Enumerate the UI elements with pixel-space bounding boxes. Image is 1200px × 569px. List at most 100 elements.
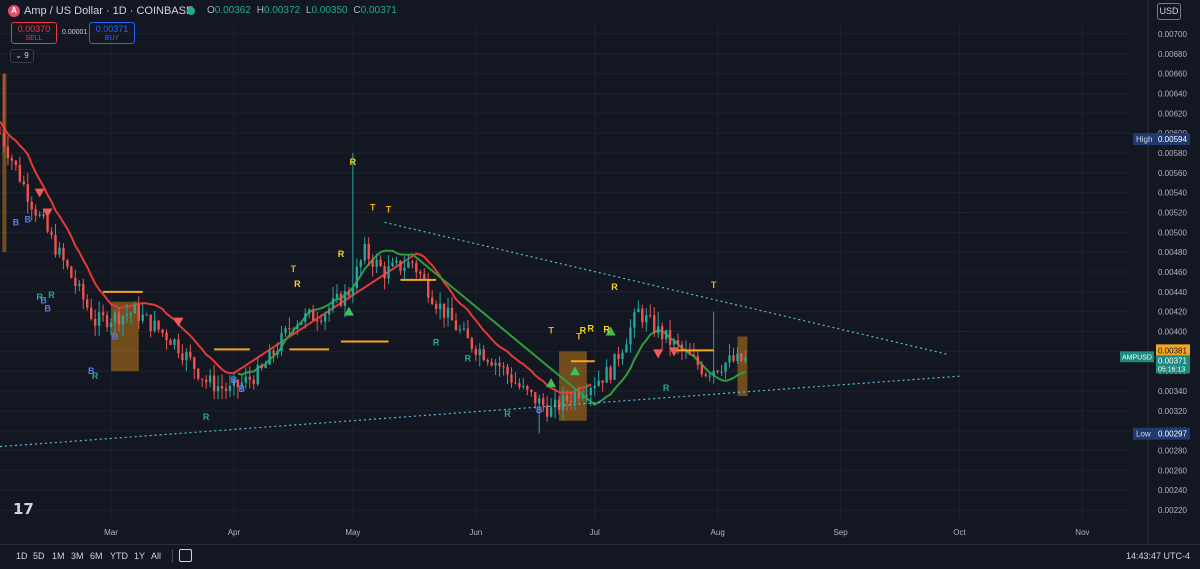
buy-price: 0.00371 (95, 24, 129, 34)
timeframe-all-button[interactable]: All (151, 551, 161, 561)
calendar-icon[interactable] (179, 549, 192, 562)
price-tick-label: 0.00420 (1158, 308, 1187, 317)
candle-body (625, 344, 628, 353)
candle-body (660, 326, 664, 340)
candle-body (105, 315, 109, 328)
signal-label: T (386, 204, 392, 214)
sell-signal-arrow-icon (653, 349, 664, 359)
candle-body (696, 356, 700, 366)
candle-body (565, 395, 569, 402)
candle-body (645, 314, 648, 323)
moving-average-green (237, 249, 746, 407)
candle-body (419, 272, 422, 275)
tradingview-logo-icon[interactable]: 17 (13, 500, 34, 518)
signal-label: B (25, 214, 32, 224)
candle-body (70, 266, 73, 278)
clock[interactable]: 14:43:47 UTC-4 (1126, 551, 1190, 561)
currency-selector[interactable]: USD (1157, 3, 1181, 20)
timeframe-6m-button[interactable]: 6M (90, 551, 103, 561)
price-tick-label: 0.00400 (1158, 328, 1187, 337)
candle-body (117, 312, 121, 325)
timeframe-ytd-button[interactable]: YTD (110, 551, 128, 561)
candle-body (212, 375, 216, 392)
price-chart[interactable]: B BR RBBBBRRBBTRRT TRRRR BTTR RRRTR 0.007000.… (0, 0, 1200, 544)
high-value: 0.00372 (263, 5, 301, 16)
candle-body (42, 214, 45, 217)
candle-body (573, 392, 577, 403)
candle-body (78, 283, 81, 286)
candle-body (153, 320, 156, 332)
bottom-toolbar: 1D 5D 1M 3M 6M YTD 1Y All 14:43:47 UTC-4 (0, 544, 1200, 569)
high-label: H (256, 5, 264, 16)
timeframe-3m-button[interactable]: 3M (71, 551, 84, 561)
candle-body (161, 329, 164, 333)
candle-body (442, 303, 446, 318)
candle-body (34, 209, 37, 216)
candle-body (157, 320, 160, 330)
signal-label: R (611, 282, 618, 292)
candle-body (716, 370, 719, 373)
last-price-value: 0.00371 (1158, 356, 1187, 365)
time-tick-label: Sep (833, 528, 848, 537)
price-tick-label: 0.00480 (1158, 248, 1187, 257)
candle-body (498, 362, 501, 367)
candle-body (605, 367, 608, 383)
candle-body (327, 308, 331, 315)
signal-label: R (48, 290, 55, 300)
timeframe-5d-button[interactable]: 5D (33, 551, 45, 561)
candle-body (319, 320, 323, 322)
time-axis[interactable]: Mar Apr May Jun Jul Aug Sep Oct Nov (104, 528, 1089, 537)
sell-signal-arrow-icon (173, 317, 184, 327)
candle-body (613, 353, 616, 380)
price-tick-label: 0.00240 (1158, 486, 1187, 495)
candle-body (466, 328, 470, 339)
candle-body (593, 385, 596, 389)
low-marker-label: Low (1136, 430, 1151, 439)
timeframe-1m-button[interactable]: 1M (52, 551, 65, 561)
sell-label: SELL (25, 35, 43, 42)
candle-body (359, 260, 362, 267)
candle-body (323, 314, 327, 322)
candle-body (201, 378, 204, 380)
candle-body (434, 304, 438, 310)
timeframe-1d-button[interactable]: 1D (16, 551, 28, 561)
candle-body (494, 362, 497, 366)
candle-body (121, 315, 125, 325)
timeframe-1y-button[interactable]: 1Y (134, 551, 145, 561)
candle-body (538, 398, 541, 404)
candle-body (522, 386, 525, 388)
candle-body (427, 279, 430, 298)
candle-body (90, 307, 93, 319)
buy-button[interactable]: 0.00371 BUY (89, 22, 135, 44)
time-tick-label: Jun (469, 528, 482, 537)
price-axis[interactable]: 0.007000.006800.006600.006400.006200.006… (1158, 30, 1187, 515)
candle-body (470, 338, 474, 349)
candle-body (133, 304, 136, 314)
indicators-toggle[interactable]: ⌄ 9 (10, 49, 34, 63)
signal-label: B (112, 331, 119, 341)
candle-body (621, 352, 624, 360)
candle-body (62, 247, 65, 261)
candle-body (125, 314, 129, 316)
candle-body (672, 340, 676, 345)
ohlc-legend: O0.00362 H0.00372 L0.00350 C0.00371 (207, 5, 400, 16)
symbol-title[interactable]: Amp / US Dollar · 1D · COINBASE (24, 5, 193, 17)
candle-body (633, 312, 636, 328)
candle-body (137, 304, 140, 321)
time-tick-label: Oct (953, 528, 966, 537)
candle-body (736, 353, 739, 362)
candle-body (18, 165, 22, 182)
candle-body (561, 395, 565, 411)
candle-body (193, 357, 196, 369)
candle-body (145, 314, 148, 316)
candle-body (30, 201, 33, 210)
candle-body (585, 394, 588, 396)
signal-label: B (13, 217, 20, 227)
candle-body (676, 340, 680, 345)
sell-button[interactable]: 0.00370 SELL (11, 22, 57, 44)
moving-average-red (0, 120, 592, 394)
time-tick-label: Aug (711, 528, 725, 537)
level-marker: 0.00381 (1156, 344, 1190, 357)
time-tick-label: Nov (1075, 528, 1089, 537)
candle-body (530, 389, 533, 393)
